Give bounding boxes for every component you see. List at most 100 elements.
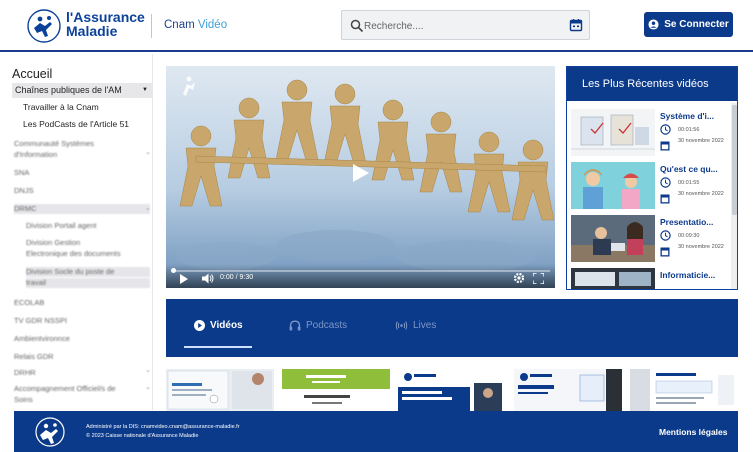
recent-videos-title: Les Plus Récentes vidéos bbox=[567, 67, 737, 101]
calendar-icon bbox=[660, 194, 670, 204]
video-card-thumbnail[interactable] bbox=[398, 369, 506, 411]
video-card-thumbnail[interactable] bbox=[630, 369, 738, 411]
video-card-thumbnail[interactable] bbox=[166, 369, 274, 411]
sidebar-home-link[interactable]: Accueil bbox=[12, 67, 52, 81]
play-circle-icon bbox=[194, 320, 205, 331]
login-button[interactable]: Se Connecter bbox=[644, 12, 733, 37]
sidebar-item-blurred[interactable]: Communauté Systèmes bbox=[14, 139, 94, 149]
sidebar-item-blurred[interactable]: Soins bbox=[14, 395, 33, 405]
broadcast-icon bbox=[395, 321, 408, 330]
search-icon[interactable] bbox=[350, 19, 364, 33]
recent-video-item[interactable]: Presentatio... 00:09:30 30 novembre 2022 bbox=[571, 215, 729, 265]
recent-video-title[interactable]: Informaticie... bbox=[660, 270, 722, 280]
user-icon bbox=[648, 19, 659, 30]
gear-icon[interactable] bbox=[513, 272, 525, 284]
recent-video-title[interactable]: Système d'i... bbox=[660, 111, 722, 121]
tab-videos[interactable]: Vidéos bbox=[194, 320, 243, 331]
tab-lives-label: Lives bbox=[413, 320, 437, 331]
tab-videos-label: Vidéos bbox=[210, 320, 243, 331]
headphones-icon bbox=[289, 320, 301, 331]
recent-video-item[interactable]: Informaticie... bbox=[571, 268, 729, 290]
video-thumbnail[interactable] bbox=[571, 109, 655, 156]
recent-video-item[interactable]: Qu'est ce qu... 00:01:55 30 novembre 202… bbox=[571, 162, 729, 212]
sidebar-subitem-blurred[interactable]: Division Gestion bbox=[26, 238, 80, 248]
clock-icon bbox=[660, 230, 671, 241]
sidebar-subitem-blurred[interactable]: Division Socle du poste de bbox=[26, 267, 150, 277]
login-label: Se Connecter bbox=[664, 19, 729, 30]
recent-video-title[interactable]: Qu'est ce qu... bbox=[660, 164, 722, 174]
calendar-icon bbox=[660, 141, 670, 151]
header: l'Assurance Maladie Cnam Vidéo Recherche… bbox=[0, 0, 753, 52]
sidebar-item-blurred[interactable]: DRMC bbox=[14, 204, 150, 214]
logo-line-2: Maladie bbox=[66, 23, 118, 39]
fullscreen-icon[interactable] bbox=[533, 273, 544, 284]
time-display: 0:00 / 9:30 bbox=[220, 274, 253, 281]
legal-notice-link[interactable]: Mentions légales bbox=[659, 427, 728, 437]
sidebar-item-blurred[interactable]: ECOLAB bbox=[14, 298, 44, 308]
tab-podcasts[interactable]: Podcasts bbox=[289, 320, 347, 331]
footer-logo-icon bbox=[35, 417, 65, 447]
volume-icon[interactable] bbox=[202, 273, 214, 284]
time-separator: / bbox=[235, 274, 238, 281]
subtitle-accent: Vidéo bbox=[197, 19, 228, 31]
time-current: 0:00 bbox=[220, 274, 234, 281]
recent-videos-panel: Les Plus Récentes vidéos Système d'i... … bbox=[566, 66, 738, 290]
subtitle-prefix: Cnam bbox=[164, 19, 195, 31]
channel-select[interactable]: Chaînes publiques de l'AM ▼ bbox=[12, 83, 152, 98]
video-thumbnail[interactable] bbox=[571, 215, 655, 262]
sidebar-item-blurred[interactable]: Relais GDR bbox=[14, 352, 54, 362]
sidebar-item-blurred[interactable]: SNA bbox=[14, 168, 29, 178]
calendar-icon[interactable] bbox=[569, 18, 583, 32]
recent-scrollbar-thumb[interactable] bbox=[732, 105, 737, 215]
footer: Administré par la DIS: cnamvideo.cnam@as… bbox=[14, 411, 738, 452]
progress-bar[interactable] bbox=[172, 270, 550, 272]
sidebar-subitem-blurred[interactable]: Electronique des documents bbox=[26, 249, 121, 259]
video-player[interactable]: 0:00 / 9:30 bbox=[166, 66, 555, 288]
recent-video-duration: 00:09:30 bbox=[678, 233, 700, 239]
sidebar-item-blurred[interactable]: d'Information bbox=[14, 150, 57, 160]
sidebar-item-blurred[interactable]: DRHR bbox=[14, 368, 36, 378]
search-input[interactable] bbox=[364, 18, 560, 34]
video-thumbnail[interactable] bbox=[571, 162, 655, 209]
chevron-down-icon[interactable]: ⌄ bbox=[145, 383, 151, 391]
recent-video-duration: 00:01:56 bbox=[678, 127, 700, 133]
sidebar-item-podcasts-article51[interactable]: Les PodCasts de l'Article 51 bbox=[23, 119, 129, 129]
logo-wordmark: l'Assurance Maladie bbox=[66, 10, 145, 38]
video-card-thumbnail[interactable] bbox=[514, 369, 622, 411]
clock-icon bbox=[660, 124, 671, 135]
recent-video-title[interactable]: Presentatio... bbox=[660, 217, 722, 227]
recent-video-date: 30 novembre 2022 bbox=[678, 191, 724, 197]
sidebar-item-travailler[interactable]: Travailler à la Cnam bbox=[23, 102, 99, 112]
video-thumbnail[interactable] bbox=[571, 268, 655, 290]
clock-icon bbox=[660, 177, 671, 188]
progress-handle[interactable] bbox=[171, 268, 176, 273]
recent-video-item[interactable]: Système d'i... 00:01:56 30 novembre 2022 bbox=[571, 109, 729, 159]
video-card-thumbnail[interactable] bbox=[282, 369, 390, 411]
watermark-logo-icon bbox=[183, 76, 195, 96]
sidebar-item-blurred[interactable]: TV GDR NSSPI bbox=[14, 316, 67, 326]
calendar-icon bbox=[660, 247, 670, 257]
tab-podcasts-label: Podcasts bbox=[306, 320, 348, 331]
channel-select-value: Chaînes publiques de l'AM bbox=[15, 85, 122, 95]
sidebar-subitem-blurred[interactable]: Division Portail agent bbox=[26, 221, 96, 231]
active-tab-indicator bbox=[184, 346, 252, 348]
media-tabs: Vidéos Podcasts Lives bbox=[166, 299, 738, 357]
video-grid bbox=[166, 369, 738, 411]
logo-line-1: l'Assurance bbox=[66, 9, 145, 25]
footer-admin-text: Administré par la DIS: cnamvideo.cnam@as… bbox=[86, 424, 240, 430]
sidebar-item-blurred[interactable]: Accompagnement Officiel/s de bbox=[14, 384, 116, 394]
sidebar: Accueil Chaînes publiques de l'AM ▼ Trav… bbox=[0, 54, 153, 410]
search-box bbox=[341, 10, 590, 40]
header-divider bbox=[151, 14, 152, 38]
chevron-down-icon[interactable]: ⌄ bbox=[145, 148, 151, 156]
chevron-down-icon[interactable]: ⌄ bbox=[145, 366, 151, 374]
recent-video-duration: 00:01:55 bbox=[678, 180, 700, 186]
tab-lives[interactable]: Lives bbox=[395, 320, 436, 331]
site-subtitle: Cnam Vidéo bbox=[164, 19, 227, 31]
chevron-down-icon[interactable]: ⌄ bbox=[145, 204, 151, 212]
sidebar-subitem-blurred[interactable]: travail bbox=[26, 278, 150, 288]
sidebar-item-blurred[interactable]: DNJS bbox=[14, 186, 34, 196]
play-icon[interactable] bbox=[352, 163, 370, 183]
sidebar-item-blurred[interactable]: Ambientvironnce bbox=[14, 334, 70, 344]
play-button-icon[interactable] bbox=[179, 274, 189, 284]
